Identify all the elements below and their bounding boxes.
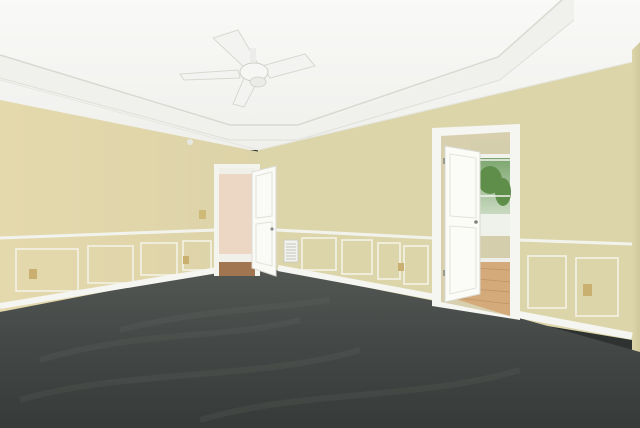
outlet-icon bbox=[29, 269, 37, 279]
outlet-icon bbox=[583, 284, 592, 296]
hvac-vent-icon bbox=[283, 239, 299, 263]
room-illustration bbox=[0, 0, 640, 428]
outlet-icon bbox=[183, 256, 189, 264]
smoke-detector bbox=[187, 139, 193, 145]
left-doorway bbox=[214, 164, 277, 277]
empty-room-photo bbox=[0, 0, 640, 428]
right-doorway bbox=[432, 124, 520, 320]
light-switch-icon bbox=[199, 210, 206, 219]
outlet-icon bbox=[398, 263, 404, 271]
